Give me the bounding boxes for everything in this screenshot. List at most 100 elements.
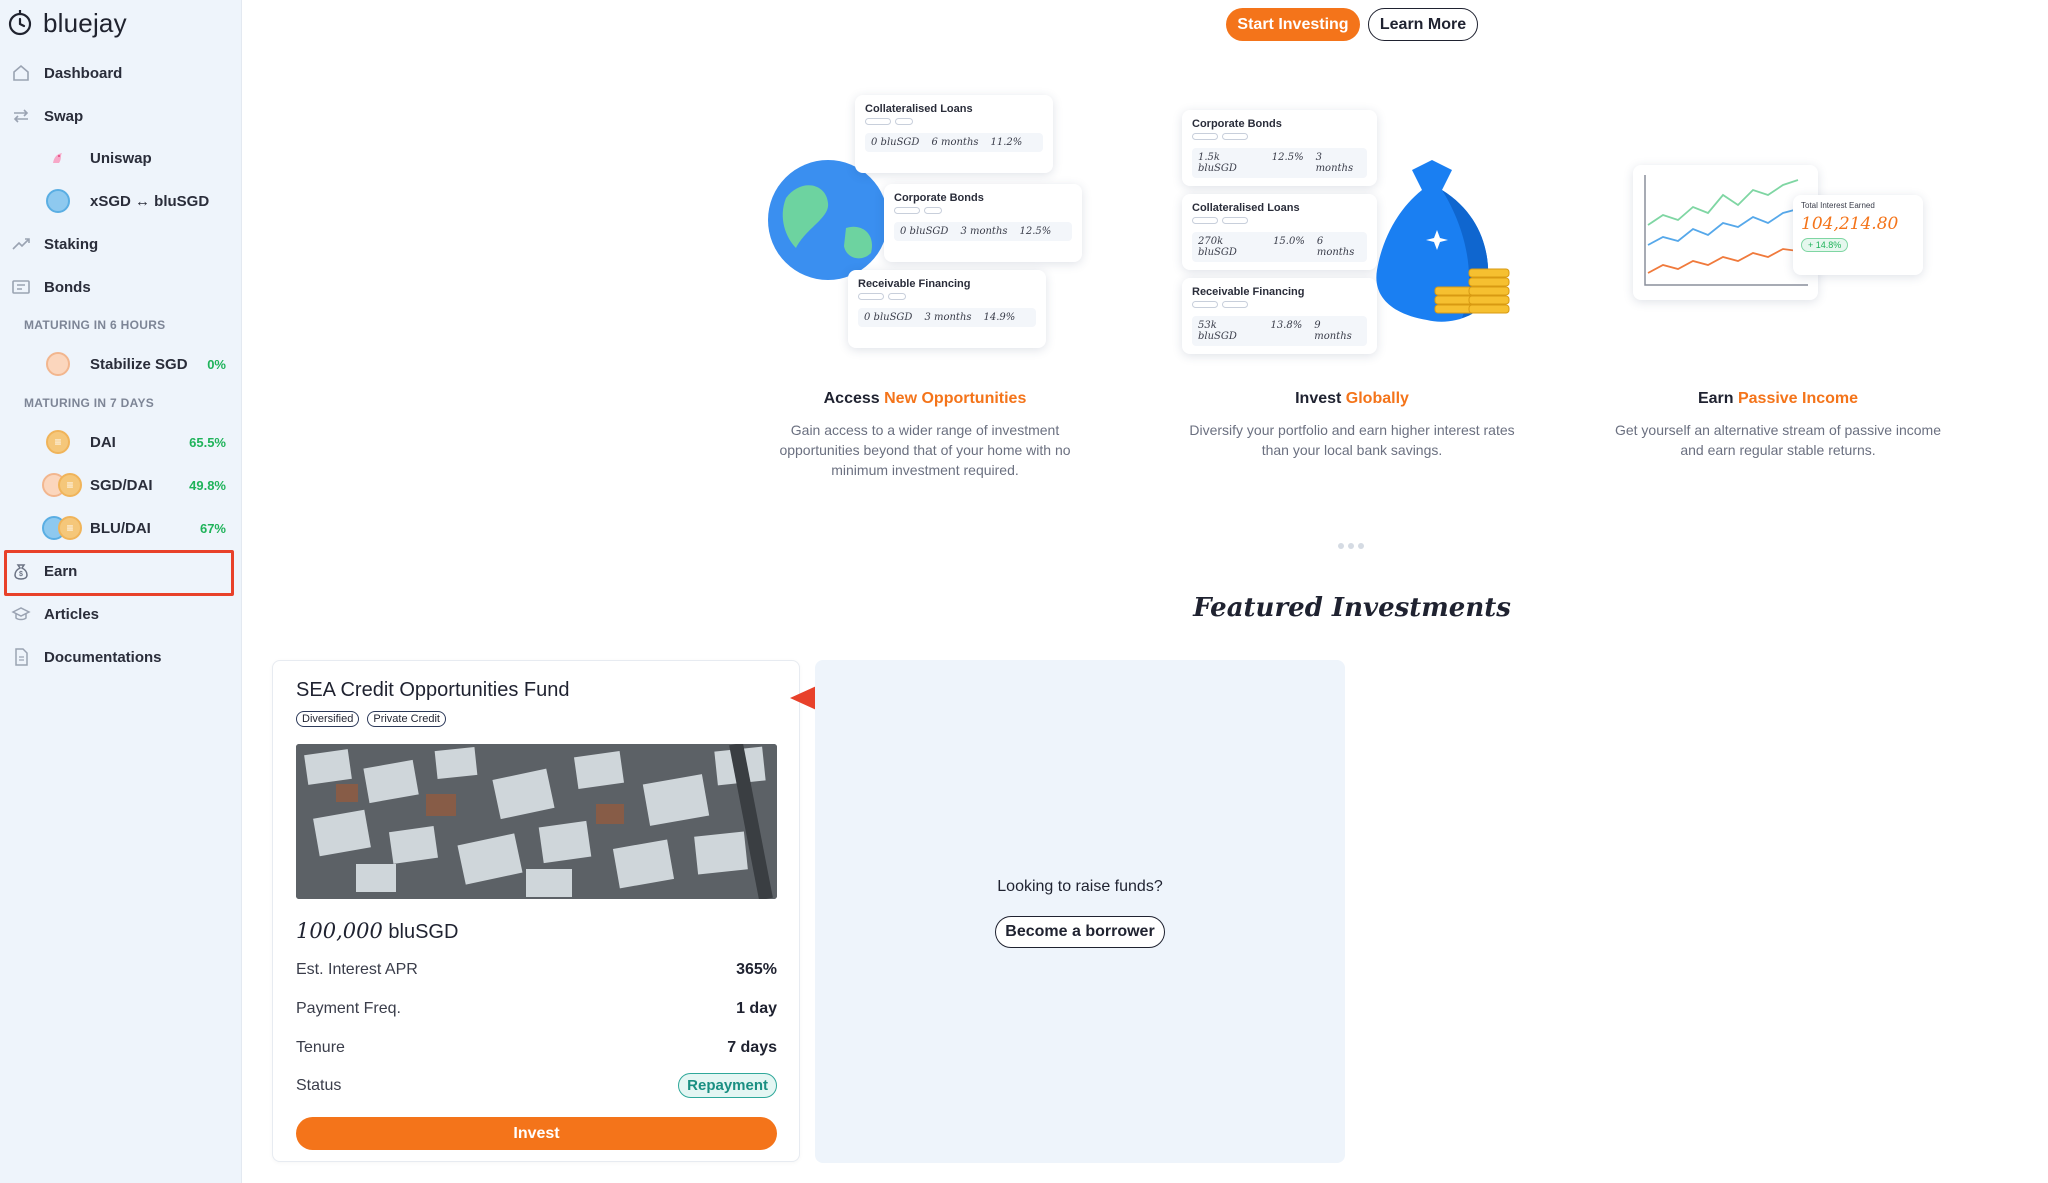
mini-card-title: Collateralised Loans	[1192, 202, 1300, 214]
sidebar-item-bonds[interactable]: Bonds	[10, 267, 232, 307]
mini-card-apr: 12.5%	[1271, 152, 1304, 163]
sidebar-item-documentations[interactable]: Documentations	[10, 637, 232, 677]
mini-card-title: Corporate Bonds	[1192, 118, 1282, 130]
article-icon	[10, 603, 32, 625]
mini-card-apr: 13.8%	[1270, 320, 1303, 331]
sidebar-item-staking[interactable]: Staking	[10, 224, 232, 264]
feature-title-prefix: Earn	[1697, 390, 1738, 407]
sidebar-item-swap[interactable]: Swap	[10, 96, 232, 136]
bluejay-logo-icon	[8, 10, 32, 36]
brand-name: bluejay	[43, 7, 127, 38]
detail-label: Est. Interest APR	[296, 961, 418, 978]
apr-percent: 0%	[207, 356, 226, 372]
brand[interactable]: bluejay	[7, 8, 127, 38]
detail-label: Status	[296, 1076, 342, 1094]
sidebar-item-dashboard[interactable]: Dashboard	[10, 53, 232, 93]
home-icon	[10, 62, 32, 84]
apr-percent: 49.8%	[189, 477, 226, 493]
learn-more-button[interactable]: Learn More	[1368, 8, 1478, 41]
mini-card-apr: 12.5%	[1019, 226, 1052, 237]
feature-title: Access New Opportunities	[750, 390, 1100, 408]
detail-row-payment-freq: Payment Freq. 1 day	[296, 1000, 777, 1018]
mini-card-apr: 11.2%	[990, 137, 1023, 148]
sidebar-item-label: Stabilize SGD	[90, 355, 188, 373]
sidebar-item-uniswap[interactable]: Uniswap	[44, 138, 234, 178]
mini-card: Collateralised Loans 270k bluSGD 15.0% 6…	[1182, 194, 1377, 270]
apr-percent: 65.5%	[189, 434, 226, 450]
investment-amount: 100,000 bluSGD	[296, 919, 458, 944]
sidebar-item-label: BLU/DAI	[90, 519, 151, 537]
feature-title-prefix: Invest	[1295, 390, 1346, 407]
invest-button[interactable]: Invest	[296, 1117, 777, 1150]
sidebar-item-dai[interactable]: ≡ DAI 65.5%	[44, 422, 234, 462]
become-borrower-button[interactable]: Become a borrower	[995, 916, 1165, 948]
sidebar-item-xsgd-blusgd[interactable]: xSGD ↔ bluSGD	[44, 181, 234, 221]
coin-icon: ≡	[58, 473, 82, 497]
mini-card-tenure: 3 months	[1315, 152, 1354, 174]
coin-icon	[46, 352, 70, 376]
line-chart-card	[1633, 165, 1818, 300]
sidebar-item-label: xSGD ↔ bluSGD	[90, 192, 210, 210]
investment-card[interactable]: SEA Credit Opportunities Fund Diversifie…	[272, 660, 800, 1162]
feature-illustration: Collateralised Loans 0 bluSGD 6 months 1…	[750, 90, 1100, 370]
coin-icon: ≡	[46, 430, 70, 454]
feature-title-accent: New Opportunities	[884, 390, 1027, 407]
detail-label: Payment Freq.	[296, 1000, 401, 1017]
mini-card-tenure: 3 months	[960, 226, 1008, 237]
sgd-dai-pair-icon: ≡	[38, 471, 82, 499]
mini-card-amount: 53k bluSGD	[1198, 320, 1237, 342]
investment-amount-value: 100,000	[296, 919, 383, 943]
sgd-coin-icon	[44, 350, 72, 378]
document-icon	[10, 646, 32, 668]
sidebar-item-label: Swap	[44, 107, 84, 125]
detail-row-apr: Est. Interest APR 365%	[296, 961, 777, 979]
mini-card-title: Corporate Bonds	[894, 192, 984, 204]
sidebar-item-label: DAI	[90, 433, 116, 451]
mini-card-title: Receivable Financing	[858, 278, 971, 290]
bond-ticket-icon	[10, 276, 32, 298]
uniswap-unicorn-icon	[44, 144, 72, 172]
sidebar-item-label: Dashboard	[44, 64, 123, 82]
mini-card-apr: 14.9%	[983, 312, 1016, 323]
mini-card: Receivable Financing 53k bluSGD 13.8% 9 …	[1182, 278, 1377, 354]
feature-illustration: Corporate Bonds 1.5k bluSGD 12.5% 3 mont…	[1177, 90, 1527, 370]
mini-card-tenure: 9 months	[1314, 320, 1352, 342]
tag-badge: Diversified	[296, 711, 360, 727]
mini-card-title: Collateralised Loans	[865, 103, 973, 115]
mini-card: Receivable Financing 0 bluSGD 3 months 1…	[848, 270, 1046, 348]
section-label-6-hours: MATURING IN 6 HOURS	[24, 318, 166, 332]
sidebar-item-label: Uniswap	[90, 149, 152, 167]
mini-card-amount: 0 bluSGD	[864, 312, 913, 323]
feature-illustration: Total Interest Earned 104,214.80 + 14.8%	[1603, 90, 1953, 370]
interest-widget-label: Total Interest Earned	[1801, 201, 1875, 210]
interest-widget-value: 104,214.80	[1801, 214, 1899, 234]
trend-up-icon	[10, 233, 32, 255]
carousel-dots[interactable]	[1338, 543, 1364, 549]
sidebar-item-label: Staking	[44, 235, 99, 253]
feature-description: Diversify your portfolio and earn higher…	[1189, 422, 1515, 458]
feature-title-accent: Passive Income	[1737, 390, 1859, 407]
dai-coin-icon: ≡	[44, 428, 72, 456]
detail-value: 1 day	[736, 1000, 777, 1017]
coin-icon	[46, 189, 70, 213]
sidebar-item-blu-dai[interactable]: ≡ BLU/DAI 67%	[38, 508, 234, 548]
mini-card-tenure: 3 months	[924, 312, 972, 323]
sidebar-item-sgd-dai[interactable]: ≡ SGD/DAI 49.8%	[38, 465, 234, 505]
detail-value: 365%	[736, 961, 777, 978]
investment-title: SEA Credit Opportunities Fund	[296, 679, 570, 701]
feature-title: Earn Passive Income	[1603, 390, 1953, 408]
sidebar-item-stabilize-sgd[interactable]: Stabilize SGD 0%	[44, 344, 234, 384]
mini-card: Corporate Bonds 0 bluSGD 3 months 12.5%	[884, 184, 1082, 262]
detail-value: 7 days	[727, 1039, 777, 1056]
mini-card: Collateralised Loans 0 bluSGD 6 months 1…	[855, 95, 1053, 173]
feature-title-prefix: Access	[823, 390, 885, 407]
feature-title: Invest Globally	[1177, 390, 1527, 408]
sidebar-item-articles[interactable]: Articles	[10, 594, 232, 634]
mini-card-apr: 15.0%	[1273, 236, 1305, 247]
start-investing-button[interactable]: Start Investing	[1226, 8, 1360, 41]
feature-description: Get yourself an alternative stream of pa…	[1614, 422, 1942, 458]
mini-card: Corporate Bonds 1.5k bluSGD 12.5% 3 mont…	[1182, 110, 1377, 186]
status-badge: Repayment	[678, 1073, 777, 1098]
feature-description: Gain access to a wider range of investme…	[779, 422, 1071, 478]
mini-card-amount: 270k bluSGD	[1198, 236, 1237, 258]
